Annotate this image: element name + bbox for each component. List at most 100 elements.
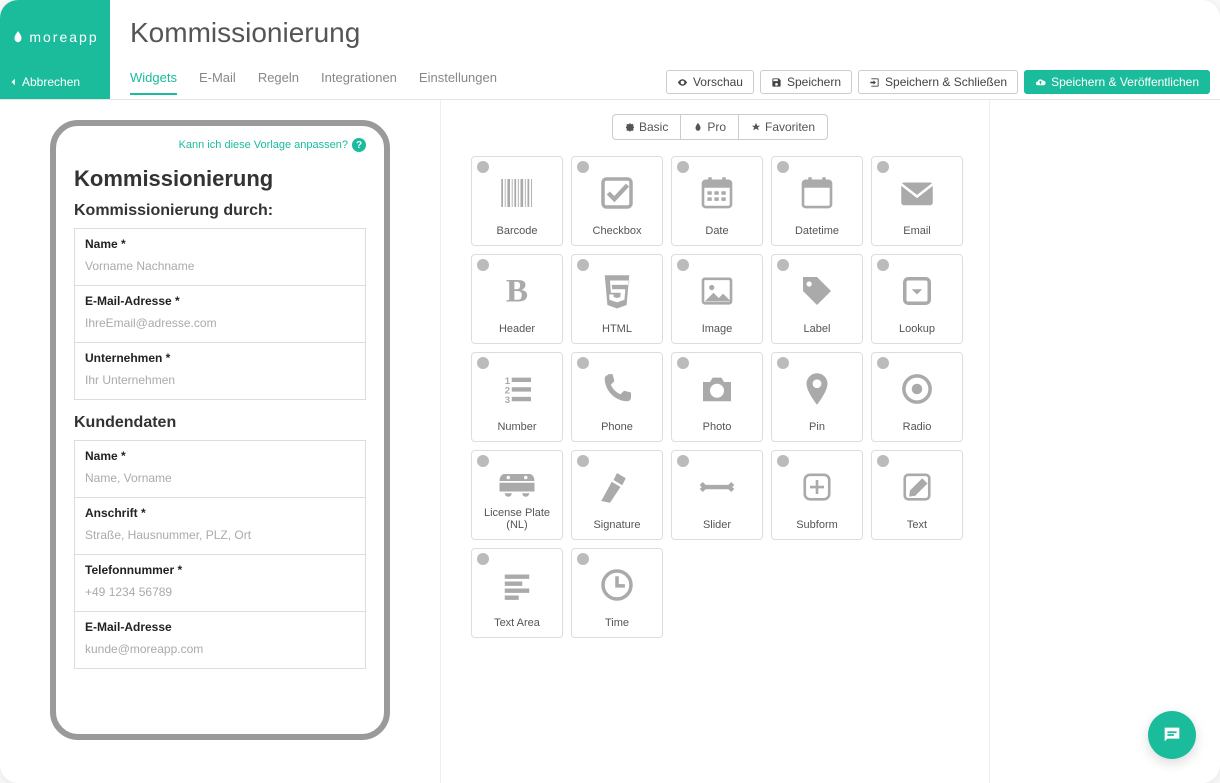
info-icon[interactable] bbox=[677, 455, 689, 467]
widget-photo[interactable]: Photo bbox=[671, 352, 763, 442]
widget-label: Text bbox=[907, 519, 927, 531]
widget-slider[interactable]: Slider bbox=[671, 450, 763, 540]
widget-lookup[interactable]: Lookup bbox=[871, 254, 963, 344]
section-title-2: Kundendaten bbox=[74, 414, 366, 432]
image-icon bbox=[696, 259, 738, 323]
tab-integrations[interactable]: Integrationen bbox=[321, 70, 397, 95]
form-field[interactable]: Unternehmen *Ihr Unternehmen bbox=[74, 343, 366, 400]
action-buttons: Vorschau Speichern Speichern & Schließen… bbox=[666, 70, 1210, 94]
info-icon[interactable] bbox=[777, 161, 789, 173]
checkbox-icon bbox=[596, 161, 638, 225]
info-icon[interactable] bbox=[477, 553, 489, 565]
info-icon[interactable] bbox=[477, 161, 489, 173]
info-icon[interactable] bbox=[577, 553, 589, 565]
form-title: Kommissionierung bbox=[74, 166, 366, 192]
info-icon[interactable] bbox=[777, 357, 789, 369]
info-icon[interactable] bbox=[577, 357, 589, 369]
info-icon[interactable] bbox=[477, 357, 489, 369]
widget-barcode[interactable]: Barcode bbox=[471, 156, 563, 246]
page-title: Kommissionierung bbox=[110, 0, 1220, 65]
widget-checkbox[interactable]: Checkbox bbox=[571, 156, 663, 246]
header-icon: B bbox=[496, 259, 538, 323]
widget-label: Label bbox=[804, 323, 831, 335]
widget-email[interactable]: Email bbox=[871, 156, 963, 246]
barcode-icon bbox=[496, 161, 538, 225]
widget-number[interactable]: 123Number bbox=[471, 352, 563, 442]
widget-header[interactable]: BHeader bbox=[471, 254, 563, 344]
widget-pin[interactable]: Pin bbox=[771, 352, 863, 442]
save-close-button[interactable]: Speichern & Schließen bbox=[858, 70, 1018, 94]
editor-tabs: Widgets E-Mail Regeln Integrationen Eins… bbox=[130, 70, 497, 95]
widget-phone[interactable]: Phone bbox=[571, 352, 663, 442]
category-tab-basic[interactable]: Basic bbox=[613, 115, 681, 139]
cancel-button[interactable]: Abbrechen bbox=[0, 65, 110, 99]
form-field[interactable]: Telefonnummer * +49 1234 56789 bbox=[74, 555, 366, 612]
help-link[interactable]: Kann ich diese Vorlage anpassen? ? bbox=[74, 138, 366, 152]
widget-text[interactable]: Text bbox=[871, 450, 963, 540]
chat-fab[interactable] bbox=[1148, 711, 1196, 759]
info-icon[interactable] bbox=[877, 357, 889, 369]
tab-rules[interactable]: Regeln bbox=[258, 70, 299, 95]
widget-label: Signature bbox=[593, 519, 640, 531]
save-publish-button[interactable]: Speichern & Veröffentlichen bbox=[1024, 70, 1210, 94]
preview-button[interactable]: Vorschau bbox=[666, 70, 754, 94]
preview-column: Kann ich diese Vorlage anpassen? ? Kommi… bbox=[0, 100, 440, 783]
category-tab-favorites[interactable]: Favoriten bbox=[739, 115, 827, 139]
field-placeholder: IhreEmail@adresse.com bbox=[85, 316, 217, 330]
widget-time[interactable]: Time bbox=[571, 548, 663, 638]
widget-subform[interactable]: Subform bbox=[771, 450, 863, 540]
info-icon[interactable] bbox=[677, 259, 689, 271]
tab-widgets[interactable]: Widgets bbox=[130, 70, 177, 95]
widget-html[interactable]: HTML bbox=[571, 254, 663, 344]
tab-email[interactable]: E-Mail bbox=[199, 70, 236, 95]
info-icon[interactable] bbox=[477, 259, 489, 271]
info-icon[interactable] bbox=[477, 455, 489, 467]
info-icon[interactable] bbox=[677, 357, 689, 369]
info-icon[interactable] bbox=[677, 161, 689, 173]
leaf-icon bbox=[11, 28, 25, 46]
device-scroll[interactable]: Kann ich diese Vorlage anpassen? ? Kommi… bbox=[56, 126, 384, 734]
info-icon[interactable] bbox=[777, 455, 789, 467]
save-button[interactable]: Speichern bbox=[760, 70, 852, 94]
widget-label: License Plate (NL) bbox=[474, 507, 560, 531]
brand-logo-area[interactable]: moreapp bbox=[0, 0, 110, 65]
header-right: Kommissionierung Widgets E-Mail Regeln I… bbox=[110, 0, 1220, 99]
puzzle-icon bbox=[625, 122, 635, 132]
info-icon[interactable] bbox=[777, 259, 789, 271]
form-field[interactable]: Name *Name, Vorname bbox=[74, 440, 366, 498]
subform-icon bbox=[796, 455, 838, 519]
info-icon[interactable] bbox=[577, 259, 589, 271]
pin-icon bbox=[796, 357, 838, 421]
widget-radio[interactable]: Radio bbox=[871, 352, 963, 442]
info-icon[interactable] bbox=[877, 161, 889, 173]
info-icon[interactable] bbox=[877, 455, 889, 467]
widget-label[interactable]: Label bbox=[771, 254, 863, 344]
star-icon bbox=[751, 122, 761, 132]
field-placeholder: Ihr Unternehmen bbox=[85, 373, 175, 387]
widget-label: Email bbox=[903, 225, 931, 237]
field-label: Telefonnummer * bbox=[85, 563, 355, 577]
field-placeholder: +49 1234 56789 bbox=[85, 585, 172, 599]
widget-textarea[interactable]: Text Area bbox=[471, 548, 563, 638]
date-icon bbox=[696, 161, 738, 225]
question-icon: ? bbox=[352, 138, 366, 152]
form-field[interactable]: Name *Vorname Nachname bbox=[74, 228, 366, 286]
info-icon[interactable] bbox=[877, 259, 889, 271]
form-field[interactable]: E-Mail-Adresse *IhreEmail@adresse.com bbox=[74, 286, 366, 343]
widget-date[interactable]: Date bbox=[671, 156, 763, 246]
widget-license-plate[interactable]: License Plate (NL) bbox=[471, 450, 563, 540]
widget-label: Number bbox=[497, 421, 536, 433]
cloud-upload-icon bbox=[1035, 77, 1046, 88]
form-field[interactable]: Anschrift *Straße, Hausnummer, PLZ, Ort bbox=[74, 498, 366, 555]
category-tab-pro[interactable]: Pro bbox=[681, 115, 739, 139]
widget-signature[interactable]: Signature bbox=[571, 450, 663, 540]
widget-datetime[interactable]: Datetime bbox=[771, 156, 863, 246]
widget-image[interactable]: Image bbox=[671, 254, 763, 344]
form-field[interactable]: E-Mail-Adressekunde@moreapp.com bbox=[74, 612, 366, 669]
save-icon bbox=[771, 77, 782, 88]
info-icon[interactable] bbox=[577, 455, 589, 467]
info-icon[interactable] bbox=[577, 161, 589, 173]
widget-label: Time bbox=[605, 617, 629, 629]
eye-icon bbox=[677, 77, 688, 88]
tab-settings[interactable]: Einstellungen bbox=[419, 70, 497, 95]
